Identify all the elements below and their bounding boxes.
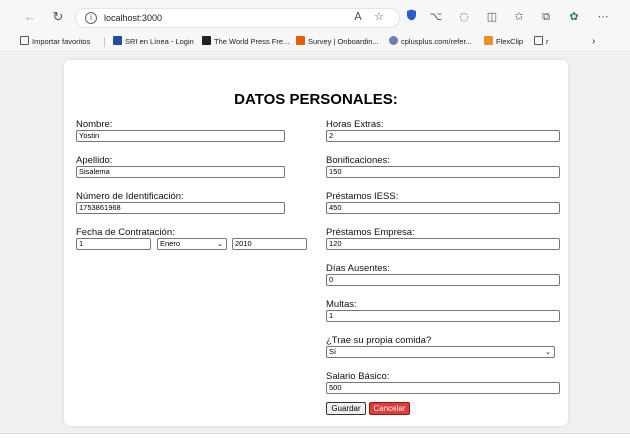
multas-label: Multas: <box>326 299 357 310</box>
puzzle-icon[interactable]: ◌ <box>456 9 472 25</box>
bookmark-separator <box>104 37 105 47</box>
bookmark-survey[interactable]: Survey | Onboardin... <box>296 36 379 48</box>
prestamos-iess-input[interactable]: 450 <box>326 202 560 214</box>
comida-select[interactable]: Sí ⌄ <box>326 346 555 358</box>
salario-label: Salario Básico: <box>326 371 390 382</box>
extension-icon[interactable]: ⌥ <box>428 9 444 25</box>
form-title: DATOS PERSONALES: <box>234 91 398 108</box>
bookmark-world-press[interactable]: The World Press Fre... <box>202 36 289 48</box>
world-press-icon <box>202 36 211 45</box>
shield-extension-icon[interactable] <box>403 9 419 25</box>
back-arrow-icon[interactable]: ← <box>22 9 38 25</box>
read-aloud-icon[interactable]: A <box>350 9 366 25</box>
bookmarks-overflow-chevron-icon[interactable]: › <box>592 36 595 48</box>
calendar-icon <box>534 36 543 45</box>
flexclip-icon <box>484 36 493 45</box>
sri-icon <box>113 36 122 45</box>
save-button[interactable]: Guardar <box>326 402 366 415</box>
fecha-label: Fecha de Contratación: <box>76 227 175 238</box>
comida-value: Sí <box>329 347 337 356</box>
profile-icon[interactable]: ✿ <box>566 9 582 25</box>
survey-icon <box>296 36 305 45</box>
info-icon[interactable]: i <box>85 12 97 24</box>
prestamos-iess-label: Préstamos IESS: <box>326 191 399 202</box>
chevron-down-icon: ⌄ <box>545 348 551 356</box>
fecha-anio-input[interactable]: 2010 <box>232 238 307 250</box>
page-bottom-edge <box>0 433 630 439</box>
bookmark-importar[interactable]: Importar favoritos <box>20 36 90 48</box>
cancel-button[interactable]: Cancelar <box>369 402 410 415</box>
dias-ausentes-input[interactable]: 0 <box>326 274 560 286</box>
multas-input[interactable]: 1 <box>326 310 560 322</box>
split-screen-icon[interactable]: ◫ <box>484 9 500 25</box>
horas-extras-input[interactable]: 2 <box>326 130 560 142</box>
apellido-label: Apellido: <box>76 155 113 166</box>
bookmark-r[interactable]: r <box>534 36 549 48</box>
favorites-icon[interactable]: ✩ <box>511 9 527 25</box>
address-url: localhost:3000 <box>104 13 163 23</box>
bookmark-flexclip[interactable]: FlexClip <box>484 36 523 48</box>
import-icon <box>20 36 29 45</box>
comida-label: ¿Trae su propia comida? <box>326 335 432 346</box>
identificacion-label: Número de Identificación: <box>76 191 184 202</box>
fecha-dia-input[interactable]: 1 <box>76 238 151 250</box>
chevron-down-icon: ⌄ <box>217 240 223 248</box>
cplusplus-icon <box>389 36 398 45</box>
bookmarks-bar: Importar favoritos SRI en Línea - Login … <box>0 32 630 52</box>
prestamos-empresa-label: Préstamos Empresa: <box>326 227 415 238</box>
form-card: DATOS PERSONALES: Nombre: Yostin Apellid… <box>64 60 568 426</box>
favorite-star-icon[interactable]: ☆ <box>371 9 387 25</box>
nombre-label: Nombre: <box>76 119 113 130</box>
apellido-input[interactable]: Sisalema <box>76 166 285 178</box>
dias-ausentes-label: Días Ausentes: <box>326 263 390 274</box>
fecha-mes-select[interactable]: Enero ⌄ <box>157 238 227 250</box>
collections-icon[interactable]: ⧉ <box>538 9 554 25</box>
horas-extras-label: Horas Extras: <box>326 119 384 130</box>
bookmark-cplusplus[interactable]: cplusplus.com/refer... <box>389 36 472 48</box>
more-options-icon[interactable]: ⋯ <box>595 9 611 25</box>
page-viewport: DATOS PERSONALES: Nombre: Yostin Apellid… <box>0 53 630 433</box>
salario-input[interactable]: 500 <box>326 382 560 394</box>
bookmark-sri[interactable]: SRI en Línea - Login <box>113 36 194 48</box>
fecha-mes-value: Enero <box>160 239 181 248</box>
browser-toolbar: ← ↻ i localhost:3000 A ☆ ⌥ ◌ ◫ ✩ ⧉ ✿ ⋯ <box>0 0 630 32</box>
nombre-input[interactable]: Yostin <box>76 130 285 142</box>
refresh-icon[interactable]: ↻ <box>50 9 66 25</box>
bonificaciones-input[interactable]: 150 <box>326 166 560 178</box>
prestamos-empresa-input[interactable]: 120 <box>326 238 560 250</box>
identificacion-input[interactable]: 1753861968 <box>76 202 285 214</box>
bonificaciones-label: Bonificaciones: <box>326 155 390 166</box>
